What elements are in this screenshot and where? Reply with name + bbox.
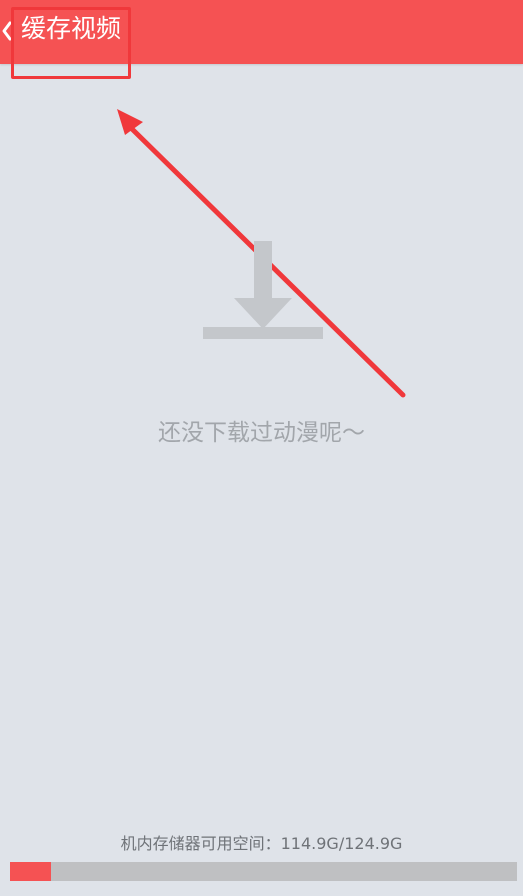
storage-progress-fill xyxy=(10,862,51,881)
annotation-arrow xyxy=(117,109,406,398)
annotation-highlight-box xyxy=(11,7,131,79)
storage-value: 114.9G/124.9G xyxy=(280,834,403,853)
storage-label: 机内存储器可用空间： xyxy=(120,834,281,853)
download-icon xyxy=(203,241,323,339)
download-icon-stem xyxy=(254,241,272,303)
annotation-arrow-head xyxy=(117,109,143,135)
download-icon-arrowhead xyxy=(234,298,292,329)
download-icon-base xyxy=(203,327,323,339)
empty-state-message: 还没下载过动漫呢～ xyxy=(158,420,365,446)
storage-info: 机内存储器可用空间：114.9G/124.9G xyxy=(0,833,523,855)
storage-progress-bar xyxy=(10,862,517,881)
